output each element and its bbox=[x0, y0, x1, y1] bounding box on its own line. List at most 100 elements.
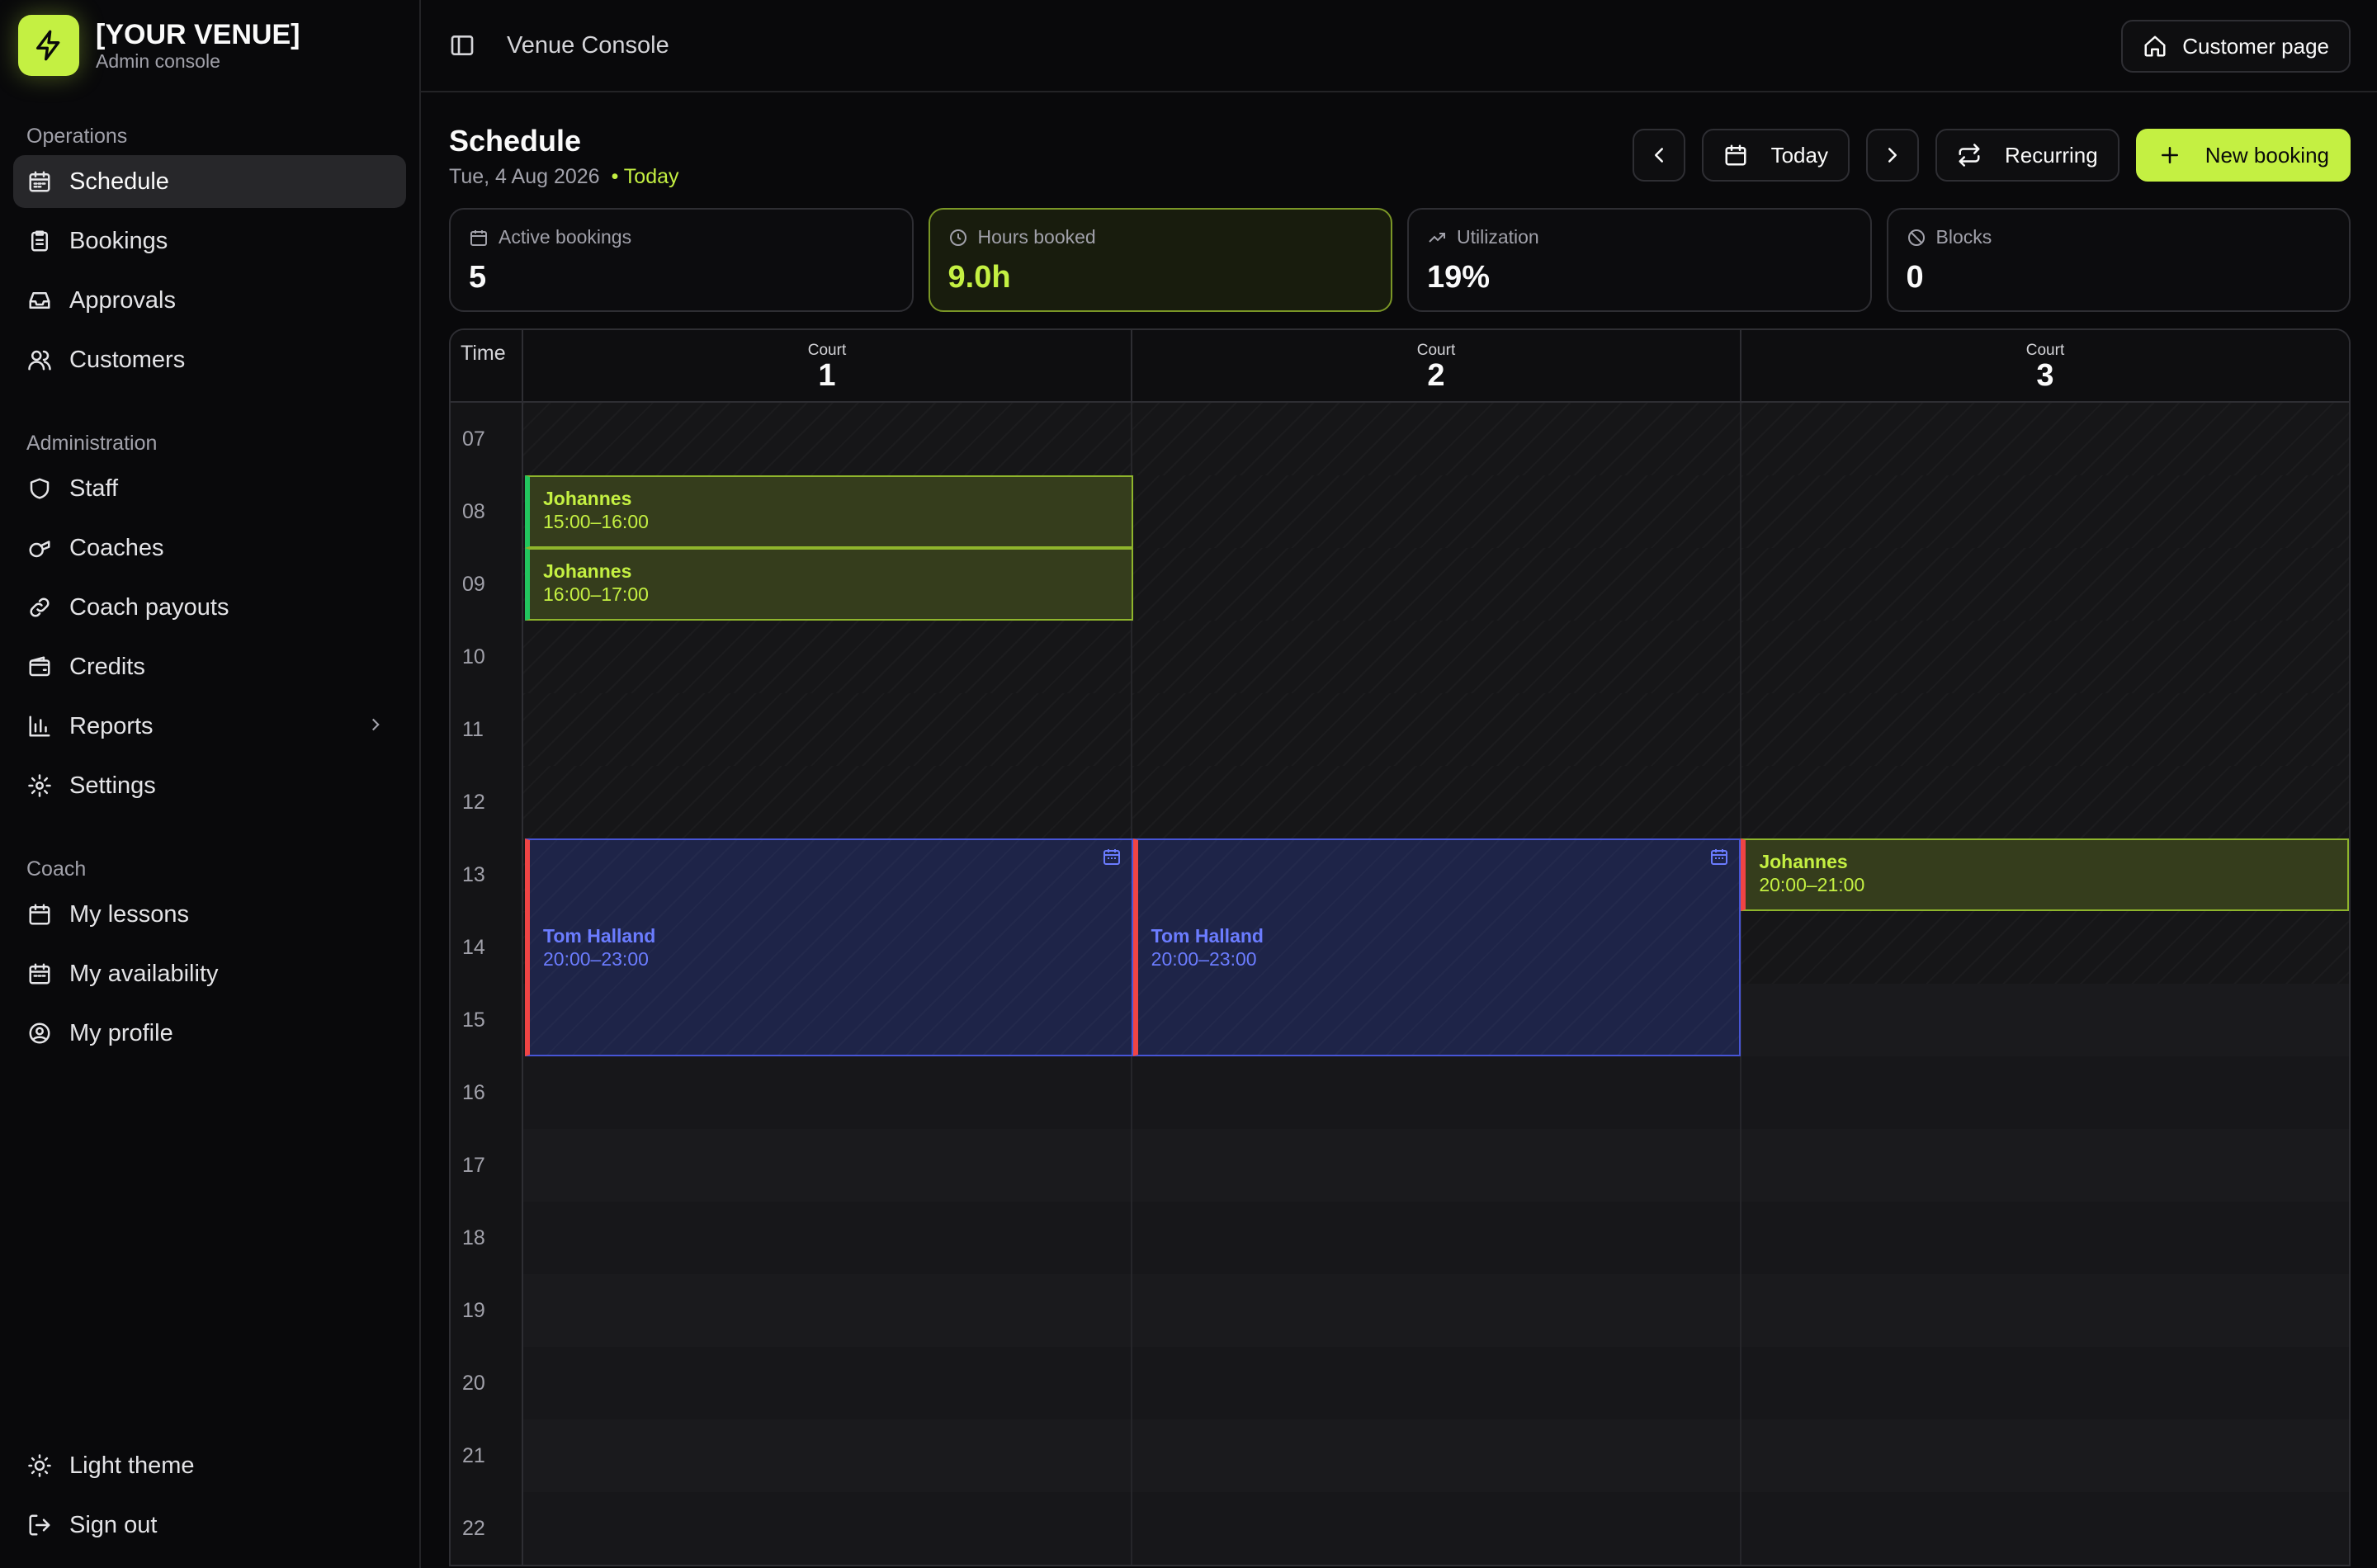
sidebar-item-my-profile[interactable]: My profile bbox=[13, 1007, 406, 1060]
chevron-right-icon bbox=[1888, 148, 1897, 163]
slot-cell[interactable] bbox=[1132, 766, 1741, 838]
slot-cell[interactable] bbox=[1132, 1129, 1741, 1202]
sign-out-button[interactable]: Sign out bbox=[13, 1499, 406, 1551]
hour-label: 12 bbox=[451, 766, 523, 838]
court-number: 1 bbox=[818, 358, 836, 393]
brand[interactable]: [YOUR VENUE] Admin console bbox=[0, 0, 419, 91]
sidebar-item-schedule[interactable]: Schedule bbox=[13, 155, 406, 208]
booking-block[interactable]: Johannes 16:00–17:00 bbox=[525, 548, 1133, 621]
topbar: Venue Console Customer page bbox=[421, 0, 2377, 92]
slot-cell[interactable] bbox=[523, 1492, 1132, 1565]
calendar-icon bbox=[26, 961, 53, 987]
slot-cell[interactable] bbox=[523, 1419, 1132, 1492]
slot-cell[interactable] bbox=[1132, 1202, 1741, 1274]
booking-name: Johannes bbox=[543, 560, 632, 582]
time-row: 11 bbox=[451, 693, 2349, 766]
slot-cell[interactable] bbox=[523, 1274, 1132, 1347]
slot-cell[interactable] bbox=[523, 1347, 1132, 1419]
user-circle-icon bbox=[26, 1020, 53, 1046]
prev-day-button[interactable] bbox=[1632, 129, 1685, 182]
slot-cell[interactable] bbox=[1741, 984, 2349, 1056]
customer-page-button[interactable]: Customer page bbox=[2121, 20, 2351, 73]
slot-cell[interactable] bbox=[1132, 1347, 1741, 1419]
stat-value: 5 bbox=[469, 260, 487, 295]
slot-cell[interactable] bbox=[1132, 1419, 1741, 1492]
sidebar-item-coach-payouts[interactable]: Coach payouts bbox=[13, 581, 406, 634]
slot-cell[interactable] bbox=[523, 1056, 1132, 1129]
slot-cell[interactable] bbox=[523, 403, 1132, 475]
sidebar-item-reports[interactable]: Reports bbox=[13, 700, 406, 753]
booking-block[interactable]: Johannes 15:00–16:00 bbox=[525, 475, 1133, 548]
slot-cell[interactable] bbox=[1741, 403, 2349, 475]
court-number: 2 bbox=[1427, 358, 1445, 393]
sidebar-item-settings[interactable]: Settings bbox=[13, 759, 406, 812]
hour-label: 18 bbox=[451, 1202, 523, 1274]
slot-cell[interactable] bbox=[1132, 548, 1741, 621]
sidebar-item-label: My lessons bbox=[69, 900, 190, 928]
brand-name: [YOUR VENUE] bbox=[96, 19, 300, 50]
hour-label: 19 bbox=[451, 1274, 523, 1347]
slot-cell[interactable] bbox=[523, 1129, 1132, 1202]
sidebar-item-customers[interactable]: Customers bbox=[13, 333, 406, 386]
booking-time: 16:00–17:00 bbox=[543, 583, 649, 605]
slot-cell[interactable] bbox=[1741, 911, 2349, 984]
hour-label: 14 bbox=[451, 911, 523, 984]
sidebar-item-credits[interactable]: Credits bbox=[13, 640, 406, 693]
sun-icon bbox=[26, 1452, 53, 1479]
repeat-icon bbox=[1959, 144, 1980, 167]
theme-toggle-button[interactable]: Light theme bbox=[13, 1439, 406, 1492]
sidebar-item-label: Coach payouts bbox=[69, 593, 229, 621]
console-title: Venue Console bbox=[507, 31, 669, 59]
page-title: Schedule bbox=[449, 124, 582, 158]
slot-cell[interactable] bbox=[523, 621, 1132, 693]
recurring-button[interactable]: Recurring bbox=[1935, 129, 2119, 182]
court-header-3: Court 3 bbox=[1741, 330, 2349, 401]
slot-cell[interactable] bbox=[1741, 548, 2349, 621]
slot-cell[interactable] bbox=[1741, 1347, 2349, 1419]
slot-cell[interactable] bbox=[1741, 1129, 2349, 1202]
slot-cell[interactable] bbox=[523, 1202, 1132, 1274]
slot-cell[interactable] bbox=[523, 693, 1132, 766]
slot-cell[interactable] bbox=[1132, 1492, 1741, 1565]
slot-cell[interactable] bbox=[1132, 1056, 1741, 1129]
sidebar-item-staff[interactable]: Staff bbox=[13, 462, 406, 515]
slot-cell[interactable] bbox=[1132, 693, 1741, 766]
slot-cell[interactable] bbox=[1741, 693, 2349, 766]
stat-label: Hours booked bbox=[977, 226, 1096, 248]
hour-label: 21 bbox=[451, 1419, 523, 1492]
booking-block[interactable]: Tom Halland 20:00–23:00 bbox=[525, 838, 1133, 1056]
slot-cell[interactable] bbox=[1741, 475, 2349, 548]
grid-body: 07 08 09 10 11 12 13 14 15 16 17 18 19 20 21 22 Johannes… bbox=[451, 403, 2349, 1565]
time-row: 07 bbox=[451, 403, 2349, 475]
whistle-icon bbox=[26, 535, 53, 561]
stat-value: 0 bbox=[1906, 260, 1924, 295]
sidebar-item-my-lessons[interactable]: My lessons bbox=[13, 888, 406, 941]
next-day-button[interactable] bbox=[1865, 129, 1919, 182]
slot-cell[interactable] bbox=[523, 766, 1132, 838]
court-header-2: Court 2 bbox=[1132, 330, 1741, 401]
new-booking-button[interactable]: New booking bbox=[2135, 129, 2351, 182]
slot-cell[interactable] bbox=[1132, 1274, 1741, 1347]
slot-cell[interactable] bbox=[1741, 1274, 2349, 1347]
sidebar-item-my-availability[interactable]: My availability bbox=[13, 947, 406, 1000]
schedule-date: Tue, 4 Aug 2026 • Today bbox=[449, 165, 679, 189]
slot-cell[interactable] bbox=[1132, 475, 1741, 548]
sidebar-item-bookings[interactable]: Bookings bbox=[13, 215, 406, 267]
slot-cell[interactable] bbox=[1741, 766, 2349, 838]
booking-block[interactable]: Tom Halland 20:00–23:00 bbox=[1132, 838, 1741, 1056]
slot-cell[interactable] bbox=[1741, 1202, 2349, 1274]
slot-cell[interactable] bbox=[1132, 403, 1741, 475]
slot-cell[interactable] bbox=[1741, 1419, 2349, 1492]
slot-cell[interactable] bbox=[1132, 621, 1741, 693]
sidebar-item-label: My availability bbox=[69, 960, 219, 987]
slot-cell[interactable] bbox=[1741, 621, 2349, 693]
sidebar-item-approvals[interactable]: Approvals bbox=[13, 274, 406, 327]
sidebar-toggle-icon[interactable] bbox=[447, 31, 477, 60]
sidebar-item-coaches[interactable]: Coaches bbox=[13, 522, 406, 574]
today-button[interactable]: Today bbox=[1701, 129, 1850, 182]
slot-cell[interactable] bbox=[1741, 1056, 2349, 1129]
slot-cell[interactable] bbox=[1741, 1492, 2349, 1565]
booking-block[interactable]: Johannes 20:00–21:00 bbox=[1741, 838, 2349, 911]
chevron-right-icon[interactable] bbox=[365, 714, 390, 739]
court-header-1: Court 1 bbox=[523, 330, 1132, 401]
